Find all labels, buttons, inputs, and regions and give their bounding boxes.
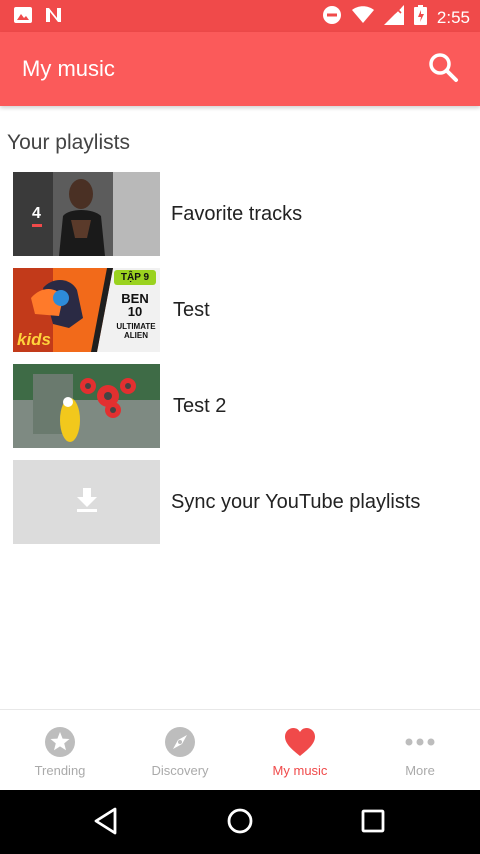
app-bar: My music: [0, 32, 480, 106]
playlist-count-badge: 4: [32, 205, 41, 222]
star-icon: [42, 724, 78, 760]
section-title: Your playlists: [7, 131, 130, 154]
nav-label: More: [405, 763, 435, 778]
recents-button[interactable]: [356, 806, 390, 840]
playlist-label: Favorite tracks: [171, 202, 303, 225]
nav-discovery[interactable]: Discovery: [120, 710, 240, 791]
nav-my-music[interactable]: My music: [240, 710, 360, 791]
nav-label: My music: [272, 763, 328, 778]
back-button[interactable]: [89, 806, 123, 840]
battery-icon: [413, 5, 427, 30]
heart-icon: [282, 724, 318, 760]
bottom-navigation: Trending Discovery My music More: [0, 709, 480, 790]
recents-square-icon: [361, 809, 385, 838]
nav-label: Discovery: [151, 763, 209, 778]
back-triangle-icon: [93, 807, 119, 840]
playlist-label: Sync your YouTube playlists: [171, 490, 421, 513]
ben10-logo: BEN 10: [121, 291, 149, 319]
image-icon: [14, 7, 32, 28]
episode-badge: TẬP 9: [114, 270, 156, 285]
playlist-label: Test 2: [173, 394, 227, 417]
download-icon: [76, 487, 98, 517]
home-button[interactable]: [223, 806, 257, 840]
badge-underline: [32, 224, 42, 227]
signal-icon: [383, 5, 404, 30]
clock: 2:55: [436, 7, 470, 27]
playlist-thumbnail: [13, 364, 160, 448]
playlist-thumbnail: TẬP 9 BEN 10 ULTIMATE ALIEN kids: [13, 268, 160, 352]
system-navigation-bar: [0, 790, 480, 854]
status-bar: 2:55: [0, 0, 480, 32]
notification-n-icon: [44, 7, 64, 28]
compass-icon: [162, 724, 198, 760]
playlist-item-favorite-tracks[interactable]: 4 Favorite tracks: [13, 172, 473, 256]
sync-youtube-playlists-item[interactable]: Sync your YouTube playlists: [13, 460, 473, 544]
do-not-disturb-icon: [322, 5, 342, 30]
playlist-thumbnail: 4: [13, 172, 160, 256]
sync-thumbnail: [13, 460, 160, 544]
ben10-subtitle: ULTIMATE ALIEN: [116, 322, 156, 340]
home-circle-icon: [226, 807, 254, 840]
more-dots-icon: [402, 724, 438, 760]
nav-more[interactable]: More: [360, 710, 480, 791]
nav-label: Trending: [34, 763, 86, 778]
wifi-icon: [351, 6, 374, 29]
playlist-item-test-2[interactable]: Test 2: [13, 364, 473, 448]
nav-trending[interactable]: Trending: [0, 710, 120, 791]
page-title: My music: [22, 56, 115, 81]
search-icon: [427, 51, 459, 88]
playlist-label: Test: [173, 298, 210, 321]
kids-logo: kids: [17, 330, 52, 349]
playlist-item-test[interactable]: TẬP 9 BEN 10 ULTIMATE ALIEN kids Test: [13, 268, 473, 352]
search-button[interactable]: [422, 48, 464, 90]
